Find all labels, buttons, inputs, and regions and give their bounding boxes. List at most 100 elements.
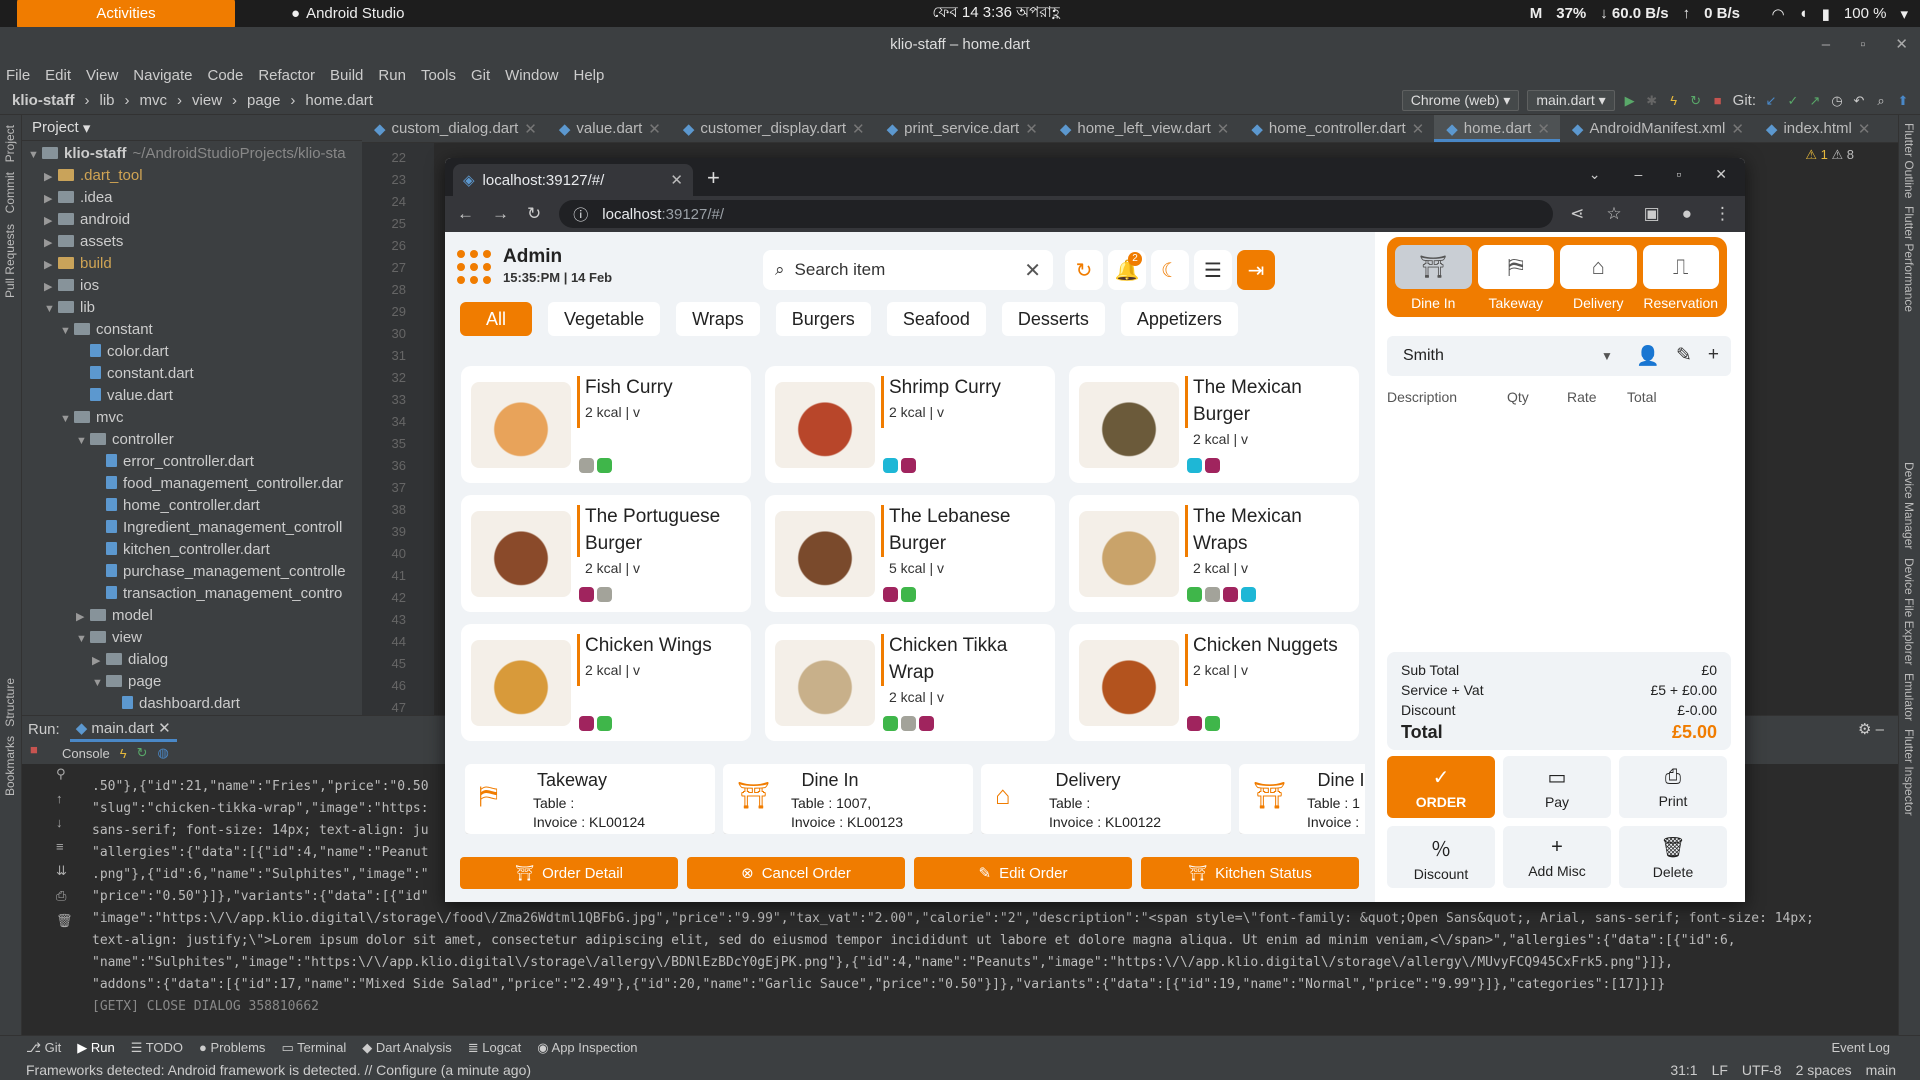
git-update-icon[interactable]: ↙ bbox=[1764, 93, 1778, 108]
tree-node[interactable]: ▼ view bbox=[22, 627, 362, 649]
tool-window-device-file-explorer[interactable]: Device File Explorer bbox=[1902, 558, 1916, 665]
menu-tools[interactable]: Tools bbox=[421, 67, 456, 84]
event-log-button[interactable]: Event Log bbox=[1831, 1040, 1890, 1055]
status-message[interactable]: Frameworks detected: Android framework i… bbox=[26, 1062, 531, 1078]
food-card[interactable]: Fish Curry 2 kcal | v bbox=[461, 366, 751, 483]
project-panel-title[interactable]: Project bbox=[32, 119, 79, 136]
breadcrumb-item[interactable]: mvc bbox=[140, 92, 168, 109]
category-tab-vegetable[interactable]: Vegetable bbox=[548, 302, 661, 336]
site-info-icon[interactable]: ⓘ bbox=[573, 204, 588, 225]
category-tab-burgers[interactable]: Burgers bbox=[775, 302, 871, 336]
chevron-right-icon[interactable]: ▶ bbox=[44, 210, 58, 231]
tree-node[interactable]: ▶ dialog bbox=[22, 649, 362, 671]
tool-window-device-manager[interactable]: Device Manager bbox=[1902, 462, 1916, 549]
tool-tab-git[interactable]: ⎇ Git bbox=[26, 1040, 61, 1056]
food-card[interactable]: The Mexican Burger 2 kcal | v bbox=[1069, 366, 1359, 483]
tool-tab-todo[interactable]: ☰ TODO bbox=[131, 1040, 183, 1056]
status-widget[interactable]: 2 spaces bbox=[1796, 1062, 1852, 1078]
search-input[interactable]: Search item bbox=[795, 260, 886, 280]
editor-tab-index-html[interactable]: ◆ index.html ✕ bbox=[1754, 115, 1881, 142]
theme-toggle-button[interactable]: ☾ bbox=[1151, 250, 1189, 290]
add-icon[interactable]: + bbox=[1708, 344, 1719, 368]
side-panel-icon[interactable]: ▣ bbox=[1644, 204, 1660, 224]
cancel-order-button[interactable]: ⊗ Cancel Order bbox=[687, 857, 905, 889]
food-card[interactable]: Chicken Wings 2 kcal | v bbox=[461, 624, 751, 741]
tree-node[interactable]: ▼ mvc bbox=[22, 407, 362, 429]
reload-icon[interactable]: ↻ bbox=[527, 204, 541, 224]
minimize-icon[interactable]: – bbox=[1635, 166, 1643, 183]
menu-git[interactable]: Git bbox=[471, 67, 490, 84]
tool-tab-terminal[interactable]: ▭ Terminal bbox=[281, 1040, 346, 1056]
running-order-card[interactable]: ⌂ Delivery Table : Invoice : KL00122 bbox=[981, 764, 1231, 834]
tool-tab-app-inspection[interactable]: ◉ App Inspection bbox=[537, 1040, 637, 1056]
tree-node[interactable]: transaction_management_contro bbox=[22, 583, 362, 605]
running-order-card[interactable]: ⛩ Dine In Table : 1007, Invoice : KL00123 bbox=[723, 764, 973, 834]
editor-tab-print-service-dart[interactable]: ◆ print_service.dart ✕ bbox=[875, 115, 1048, 142]
edit-order-button[interactable]: ✎ Edit Order bbox=[914, 857, 1132, 889]
tree-node[interactable]: ▶ android bbox=[22, 209, 362, 231]
order-type-takeway[interactable]: ⛿ Takeway bbox=[1477, 245, 1554, 317]
order-type-reservation[interactable]: ⎍ Reservation bbox=[1642, 245, 1719, 317]
tool-tab-run[interactable]: ▶ Run bbox=[77, 1040, 114, 1056]
close-tab-icon[interactable]: ✕ bbox=[1537, 120, 1550, 139]
inspection-widget[interactable]: ⚠ 1 ⚠ 8 bbox=[1805, 147, 1854, 163]
more-menu-icon[interactable]: ⋮ bbox=[1714, 204, 1731, 224]
tool-tab-dart-analysis[interactable]: ◆ Dart Analysis bbox=[362, 1040, 451, 1056]
activities-button[interactable]: Activities bbox=[17, 0, 235, 30]
chevron-down-icon[interactable]: ▼ bbox=[76, 628, 90, 649]
chevron-right-icon[interactable]: ▶ bbox=[44, 188, 58, 209]
breadcrumb-item[interactable]: lib bbox=[100, 92, 115, 109]
stop-icon[interactable]: ■ bbox=[1711, 93, 1725, 108]
tool-window-flutter-inspector[interactable]: Flutter Inspector bbox=[1902, 729, 1916, 816]
tree-node[interactable]: Ingredient_management_controll bbox=[22, 517, 362, 539]
close-tab-icon[interactable]: ✕ bbox=[1731, 120, 1744, 142]
menu-view[interactable]: View bbox=[86, 67, 118, 84]
wrap-icon[interactable]: ≡ bbox=[56, 839, 73, 854]
close-icon[interactable]: ✕ bbox=[1715, 166, 1727, 183]
menu-window[interactable]: Window bbox=[505, 67, 558, 84]
tool-tab-logcat[interactable]: ≣ Logcat bbox=[468, 1040, 522, 1056]
category-tab-all[interactable]: All bbox=[460, 302, 533, 336]
order-type-delivery[interactable]: ⌂ Delivery bbox=[1560, 245, 1637, 317]
new-tab-button[interactable]: + bbox=[707, 165, 720, 191]
menu-help[interactable]: Help bbox=[574, 67, 605, 84]
notification-button[interactable]: 🔔 2 bbox=[1108, 250, 1146, 290]
delete-button[interactable]: 🗑 Delete bbox=[1619, 826, 1727, 888]
chevron-down-icon[interactable]: ▼ bbox=[60, 408, 74, 429]
menu-navigate[interactable]: Navigate bbox=[133, 67, 192, 84]
category-tab-seafood[interactable]: Seafood bbox=[886, 302, 986, 336]
close-tab-icon[interactable]: ✕ bbox=[852, 120, 865, 142]
hot-restart-icon[interactable]: ↻ bbox=[137, 745, 148, 761]
chevron-right-icon[interactable]: ▶ bbox=[44, 276, 58, 297]
food-card[interactable]: The Mexican Wraps 2 kcal | v bbox=[1069, 495, 1359, 612]
tool-window-flutter-performance[interactable]: Flutter Performance bbox=[1902, 206, 1916, 312]
tree-node[interactable]: error_controller.dart bbox=[22, 451, 362, 473]
tree-node[interactable]: ▼ controller bbox=[22, 429, 362, 451]
tool-window-emulator[interactable]: Emulator bbox=[1902, 673, 1916, 721]
order-button[interactable]: ✓ ORDER bbox=[1387, 756, 1495, 818]
close-tab-icon[interactable]: ✕ bbox=[524, 120, 537, 142]
running-order-card[interactable]: ⛿ Takeway Table : Invoice : KL00124 bbox=[465, 764, 715, 834]
close-tab-icon[interactable]: ✕ bbox=[648, 120, 661, 142]
up-icon[interactable]: ↑ bbox=[56, 791, 73, 806]
chevron-down-icon[interactable]: ▼ bbox=[44, 298, 58, 319]
git-push-icon[interactable]: ↗ bbox=[1808, 93, 1822, 108]
discount-button[interactable]: ％ Discount bbox=[1387, 826, 1495, 888]
hot-reload-icon[interactable]: ϟ bbox=[1667, 93, 1681, 108]
browser-tab[interactable]: ◈ localhost:39127/#/ ✕ bbox=[453, 164, 693, 196]
editor-tab-home-dart[interactable]: ◆ home.dart ✕ bbox=[1434, 115, 1560, 142]
tree-node[interactable]: value.dart bbox=[22, 385, 362, 407]
chevron-down-icon[interactable]: ▼ bbox=[60, 320, 74, 341]
editor-tab-customer-display-dart[interactable]: ◆ customer_display.dart ✕ bbox=[671, 115, 875, 142]
filter-button[interactable]: ☰ bbox=[1194, 250, 1232, 290]
tree-node[interactable]: ▶ .dart_tool bbox=[22, 165, 362, 187]
down-icon[interactable]: ↓ bbox=[56, 815, 73, 830]
edit-icon[interactable]: ✎ bbox=[1676, 344, 1692, 368]
breadcrumb-item[interactable]: klio-staff bbox=[12, 92, 75, 109]
customer-selector[interactable]: Smith ▼ 👤 ✎ + bbox=[1387, 336, 1731, 376]
tree-node[interactable]: food_management_controller.dar bbox=[22, 473, 362, 495]
chevron-down-icon[interactable]: ▼ bbox=[28, 144, 42, 165]
logout-button[interactable]: ⇥ bbox=[1237, 250, 1275, 290]
status-widget[interactable]: UTF-8 bbox=[1742, 1062, 1782, 1078]
pin-icon[interactable]: ⚲ bbox=[56, 766, 73, 782]
